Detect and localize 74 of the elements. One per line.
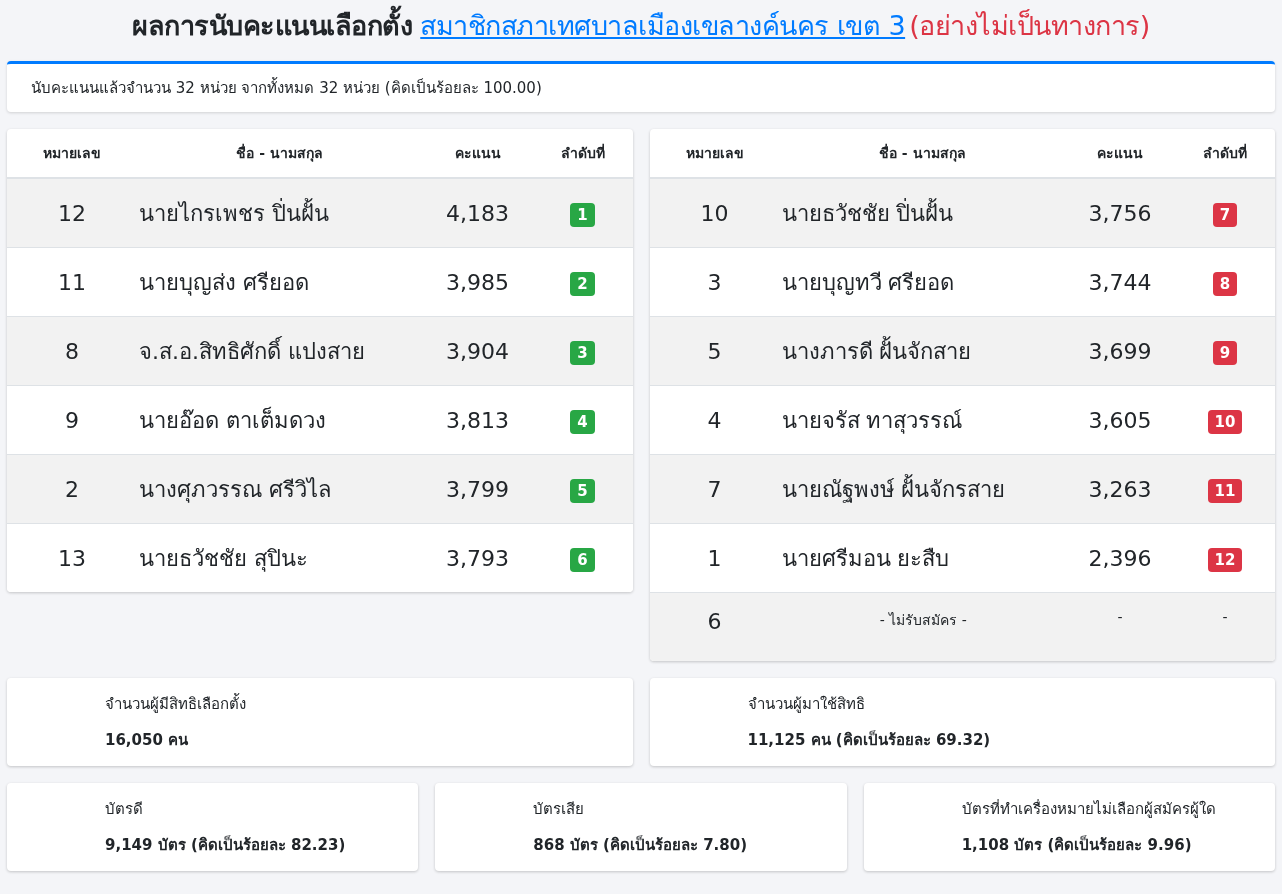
stat-value: 868 บัตร (คิดเป็นร้อยละ 7.80) <box>533 834 749 857</box>
page-title: ผลการนับคะแนนเลือกตั้ง <box>132 4 413 48</box>
column-header: ลำดับที่ <box>559 142 606 164</box>
rank-badge: 1 <box>570 202 595 227</box>
stat-value: 1,108 บัตร (คิดเป็นร้อยละ 9.96) <box>961 834 1193 857</box>
rank-badge: 9 <box>1212 340 1238 365</box>
column-header: คะแนน <box>1096 144 1144 164</box>
vote-count: 3,904 <box>445 338 510 364</box>
stat-label: บัตรดี <box>105 799 144 821</box>
stat-value: 11,125 คน (คิดเป็นร้อยละ 69.32) <box>747 729 992 752</box>
candidate-number: 6 <box>706 608 723 635</box>
rank-badge: 11 <box>1207 478 1243 503</box>
title-link[interactable]: สมาชิกสภาเทศบาลเมืองเขลางค์นคร เขต 3 <box>420 4 906 48</box>
candidate-number: 8 <box>64 338 80 364</box>
rank-badge: 10 <box>1207 409 1243 434</box>
candidate-number: 4 <box>706 407 723 433</box>
candidate-name: นายธวัชชัย ปิ่นฝั้น <box>780 197 955 228</box>
vote-count: - <box>1117 609 1123 626</box>
stat-label: บัตรเสีย <box>533 799 586 821</box>
vote-count: 3,793 <box>445 545 510 571</box>
candidate-number: 1 <box>706 545 723 571</box>
candidate-number: 12 <box>57 200 87 226</box>
vote-count: 3,744 <box>1087 269 1153 295</box>
vote-count: 4,183 <box>445 200 510 226</box>
vote-count: 3,756 <box>1087 200 1153 226</box>
rank-badge: 2 <box>570 271 595 296</box>
candidate-name: จ.ส.อ.สิทธิศักดิ์ แปงสาย <box>138 335 366 366</box>
candidate-name: นายอ๊อด ตาเต็มดวง <box>138 405 327 435</box>
candidate-number: 3 <box>706 269 723 295</box>
candidate-name: นายบุญทวี ศรียอด <box>780 268 956 298</box>
candidate-number: 7 <box>706 476 723 502</box>
column-header: หมายเลข <box>684 144 745 164</box>
candidate-number: 5 <box>706 338 723 364</box>
rank-badge: 7 <box>1212 202 1238 227</box>
column-header: ชื่อ - นามสกุล <box>877 142 967 164</box>
stat-value: 16,050 คน <box>105 730 190 752</box>
rank-badge: 5 <box>570 478 595 503</box>
candidate-name: นางภารดี ฝั้นจักสาย <box>780 335 973 366</box>
unofficial-note: (อย่างไม่เป็นทางการ) <box>909 8 1150 43</box>
vote-count: 3,799 <box>445 476 510 502</box>
candidate-number: 11 <box>57 269 87 295</box>
candidate-name: นายณัฐพงษ์ ฝั้นจักรสาย <box>780 473 1007 505</box>
column-header: หมายเลข <box>42 144 102 164</box>
candidate-name: นางศุภวรรณ ศรีวิไล <box>138 475 332 505</box>
candidate-name: นายศรีมอน ยะสืบ <box>780 544 951 573</box>
column-header: คะแนน <box>453 144 502 164</box>
column-header: ชื่อ - นามสกุล <box>235 142 325 164</box>
candidate-number: 13 <box>57 545 87 571</box>
vacant-label: - ไม่รับสมัคร - <box>879 612 967 629</box>
stat-value: 9,149 บัตร (คิดเป็นร้อยละ 82.23) <box>105 834 347 857</box>
rank-badge: 12 <box>1207 547 1243 572</box>
candidate-number: 9 <box>64 407 80 433</box>
rank-text: - <box>1222 609 1228 626</box>
rank-badge: 6 <box>570 547 595 572</box>
rank-badge: 3 <box>570 340 595 365</box>
candidate-number: 10 <box>699 200 730 226</box>
candidate-name: นายธวัชชัย สุปินะ <box>138 544 309 574</box>
stat-label: จำนวนผู้มีสิทธิเลือกตั้ง <box>105 692 247 716</box>
vote-count: 3,985 <box>445 269 510 295</box>
candidate-name: นายจรัส ทาสุวรรณ์ <box>780 406 964 436</box>
candidate-name: นายบุญส่ง ศรียอด <box>138 268 310 298</box>
count-progress-text: นับคะแนนแล้วจำนวน 32 หน่วย จากทั้งหมด 32 หน่วย (คิดเป็นร้อยละ 100.00) <box>31 79 542 98</box>
candidate-number: 2 <box>64 476 80 502</box>
vote-count: 3,699 <box>1087 338 1153 364</box>
vote-count: 3,605 <box>1087 407 1153 433</box>
rank-badge: 8 <box>1212 271 1238 296</box>
vote-count: 3,263 <box>1087 476 1153 502</box>
rank-badge: 4 <box>570 409 595 434</box>
column-header: ลำดับที่ <box>1202 142 1248 164</box>
candidate-name: นายไกรเพชร ปิ่นฝั้น <box>138 197 330 228</box>
vote-count: 2,396 <box>1087 545 1153 571</box>
stat-label: บัตรที่ทำเครื่องหมายไม่เลือกผู้สมัครผู้ใด <box>961 798 1217 821</box>
stat-label: จำนวนผู้มาใช้สิทธิ <box>747 694 866 716</box>
vote-count: 3,813 <box>445 407 510 433</box>
